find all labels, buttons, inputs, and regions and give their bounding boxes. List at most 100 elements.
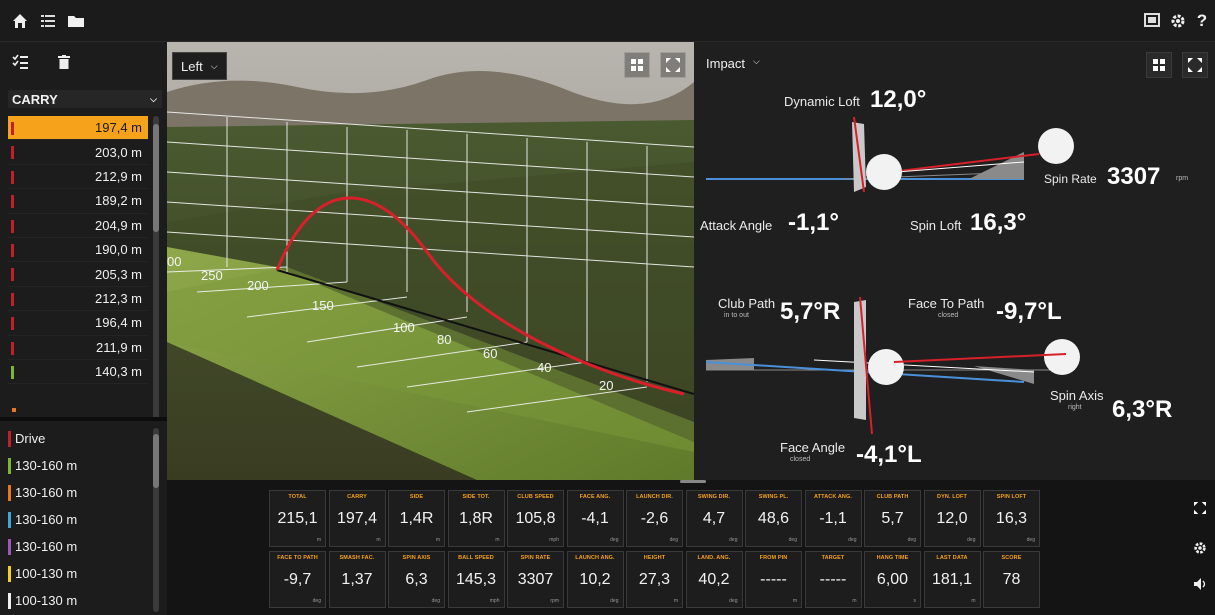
metric-tile[interactable]: HEIGHT 27,3 m	[626, 551, 683, 608]
club-row[interactable]: 100-130 m	[8, 587, 148, 614]
shot-row[interactable]: 205,3 m	[8, 262, 148, 287]
tiles-settings-button[interactable]	[1191, 539, 1209, 557]
chevron-down-icon: ⌵	[753, 56, 760, 66]
impact-expand-button[interactable]	[1182, 52, 1208, 78]
scrollbar-thumb[interactable]	[153, 434, 159, 488]
metric-tile[interactable]: TOTAL 215,1 m	[269, 490, 326, 547]
metric-tile[interactable]: SMASH FAC. 1,37	[328, 551, 386, 608]
trajectory-3d-view[interactable]: 00 250 200 150 100 80 60 40 20	[167, 42, 694, 480]
tile-label: LAUNCH ANG.	[575, 555, 615, 561]
impact-mode-dropdown[interactable]: Impact ⌵	[706, 56, 760, 71]
expand-view-button[interactable]	[660, 52, 686, 78]
tile-value: 12,0	[936, 510, 968, 527]
shot-row[interactable]: 212,3 m	[8, 287, 148, 312]
metric-tile[interactable]: SIDE 1,4R m	[388, 490, 445, 547]
tile-value: 1,37	[341, 571, 373, 588]
shot-row[interactable]: 189,2 m	[8, 189, 148, 214]
shot-row[interactable]: 190,0 m	[8, 238, 148, 263]
camera-view-dropdown[interactable]: Left ⌵	[172, 52, 227, 80]
shot-list: 197,4 m 203,0 m 212,9 m 189,2 m 204,9 m 190,0…	[8, 116, 148, 456]
shot-row[interactable]: 212,9 m	[8, 165, 148, 190]
help-icon[interactable]: ?	[1190, 9, 1214, 33]
metric-tile[interactable]: HANG TIME 6,00 s	[864, 551, 921, 608]
club-color-marker	[8, 538, 11, 555]
club-row[interactable]: 130-160 m	[8, 506, 148, 533]
metric-tile[interactable]: SCORE 78	[983, 551, 1040, 608]
metric-tile[interactable]: SPIN AXIS 6,3 deg	[388, 551, 445, 608]
grid-layout-button[interactable]	[624, 52, 650, 78]
impact-mode-label: Impact	[706, 56, 746, 71]
list-icon[interactable]	[36, 9, 60, 33]
shot-row[interactable]: 196,4 m	[8, 311, 148, 336]
metric-tile[interactable]: CLUB PATH 5,7 deg	[864, 490, 921, 547]
spin-axis-sub: right	[1068, 404, 1082, 411]
shot-row[interactable]: 140,3 m	[8, 360, 148, 385]
shot-row[interactable]: 204,9 m	[8, 214, 148, 238]
tile-value: -----	[819, 571, 847, 588]
shot-row[interactable]: 197,4 m	[8, 116, 148, 141]
metric-tile[interactable]: FROM PIN ----- m	[745, 551, 802, 608]
metric-tile[interactable]: LAND. ANG. 40,2 deg	[685, 551, 743, 608]
metric-tile[interactable]: LAST DATA 181,1 m	[923, 551, 981, 608]
distance-label: 200	[247, 278, 269, 293]
club-color-marker	[8, 565, 11, 582]
club-path-value: 5,7°R	[780, 298, 841, 325]
club-row[interactable]: 130-160 m	[8, 479, 148, 506]
metric-dropdown[interactable]: CARRY ⌵	[8, 90, 162, 108]
face-to-path-label: Face To Path	[908, 296, 985, 311]
club-label: 130-160 m	[15, 539, 78, 554]
spin-axis-label: Spin Axis	[1050, 388, 1104, 403]
spin-loft-value: 16,3°	[970, 209, 1027, 236]
metric-tile[interactable]: CLUB SPEED 105,8 mph	[507, 490, 564, 547]
club-color-marker	[11, 268, 14, 282]
trash-icon[interactable]	[52, 50, 76, 74]
tile-label: SMASH FAC.	[339, 555, 375, 561]
tile-label: ATTACK ANG.	[814, 494, 852, 500]
metric-tile[interactable]: FACE TO PATH -9,7 deg	[269, 551, 326, 608]
club-list-scrollbar[interactable]	[153, 428, 159, 612]
metric-tile[interactable]: FACE ANG. -4,1 deg	[566, 490, 624, 547]
home-icon[interactable]	[8, 9, 32, 33]
club-color-marker	[8, 592, 11, 609]
tile-unit: deg	[729, 598, 738, 604]
tile-unit: m	[435, 537, 440, 543]
metric-tile[interactable]: CARRY 197,4 m	[328, 490, 386, 547]
expand-tiles-button[interactable]	[1191, 499, 1209, 517]
gear-icon[interactable]	[1166, 9, 1190, 33]
metric-tile[interactable]: SIDE TOT. 1,8R m	[447, 490, 505, 547]
tile-unit: deg	[669, 537, 678, 543]
metric-tile[interactable]: SPIN LOFT 16,3 deg	[983, 490, 1040, 547]
sound-button[interactable]	[1191, 575, 1209, 593]
folder-icon[interactable]	[64, 9, 88, 33]
face-angle-value: -4,1°L	[856, 441, 922, 468]
club-color-marker	[11, 219, 14, 233]
monitor-icon[interactable]	[1140, 9, 1164, 33]
metric-tile[interactable]: TARGET ----- m	[804, 551, 862, 608]
club-row[interactable]: 130-160 m	[8, 533, 148, 560]
metric-tile[interactable]: LAUNCH DIR. -2,6 deg	[626, 490, 683, 547]
metric-tile[interactable]: DYN. LOFT 12,0 deg	[923, 490, 981, 547]
shot-row[interactable]: 203,0 m	[8, 140, 148, 165]
club-color-marker	[8, 484, 11, 501]
spin-rate-label: Spin Rate	[1044, 172, 1097, 186]
club-list: Drive 130-160 m 130-160 m 130-160 m 130-160 …	[8, 425, 148, 615]
club-row[interactable]: 100-130 m	[8, 560, 148, 587]
tile-unit: deg	[848, 537, 857, 543]
metric-tile[interactable]: LAUNCH ANG. 10,2 deg	[566, 551, 624, 608]
shot-list-scrollbar[interactable]	[153, 116, 159, 420]
dynamic-loft-value: 12,0°	[870, 86, 927, 113]
shot-row[interactable]: 211,9 m	[8, 336, 148, 360]
checklist-icon[interactable]	[8, 50, 32, 74]
metric-tile[interactable]: SWING PL. 48,6 deg	[745, 490, 802, 547]
club-row[interactable]: 130-160 m	[8, 452, 148, 479]
metric-tile[interactable]: SWING DIR. 4,7 deg	[685, 490, 743, 547]
club-row[interactable]: Drive	[8, 425, 148, 452]
scrollbar-thumb[interactable]	[153, 124, 159, 232]
metric-tile[interactable]: BALL SPEED 145,3 mph	[447, 551, 505, 608]
impact-grid-button[interactable]	[1146, 52, 1172, 78]
tile-value: 5,7	[881, 510, 904, 527]
shot-carry-value: 190,0 m	[95, 242, 142, 258]
metric-tile[interactable]: ATTACK ANG. -1,1 deg	[804, 490, 862, 547]
metric-tile[interactable]: SPIN RATE 3307 rpm	[507, 551, 564, 608]
spin-axis-value: 6,3°R	[1112, 396, 1173, 423]
